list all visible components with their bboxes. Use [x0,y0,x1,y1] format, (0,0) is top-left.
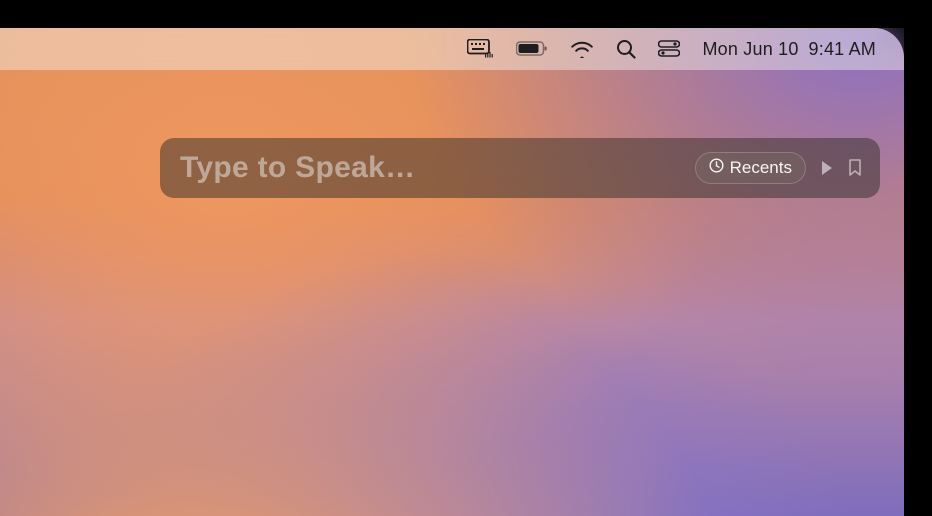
battery-icon[interactable] [516,41,548,57]
search-icon[interactable] [616,39,636,59]
speech-input[interactable] [180,151,681,185]
menubar-date: Mon Jun 10 [702,39,798,60]
desktop-wallpaper [0,28,904,516]
wifi-icon[interactable] [570,40,594,58]
control-center-icon[interactable] [658,40,680,58]
bookmark-button[interactable] [848,159,862,177]
menubar: Mon Jun 10 9:41 AM [0,28,904,70]
keyboard-input-icon[interactable] [467,39,494,59]
recents-label: Recents [730,158,792,178]
menubar-datetime[interactable]: Mon Jun 10 9:41 AM [702,39,876,60]
menubar-time: 9:41 AM [809,39,876,60]
device-frame: Mon Jun 10 9:41 AM Recents [0,0,932,516]
clock-icon [709,158,724,178]
screen: Mon Jun 10 9:41 AM Recents [0,28,904,516]
play-button[interactable] [820,160,834,176]
recents-button[interactable]: Recents [695,152,806,184]
live-speech-panel[interactable]: Recents [160,138,880,198]
